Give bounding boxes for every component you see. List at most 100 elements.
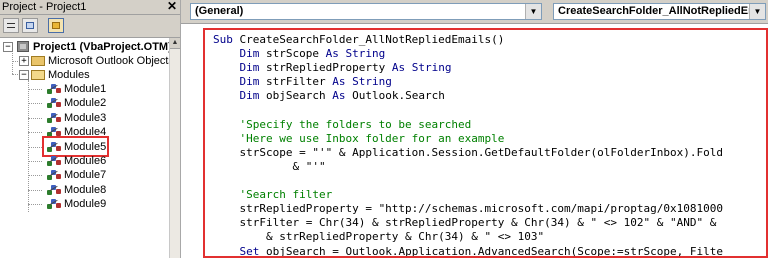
- code-keyword: Dim: [239, 89, 266, 103]
- code-text: strFilter: [266, 75, 333, 89]
- code-keyword: As: [332, 89, 353, 103]
- object-combo[interactable]: (General) ▼: [190, 3, 542, 20]
- module-icon-part: [56, 160, 61, 165]
- code-keyword: Set: [239, 244, 266, 258]
- collapse-toggle-icon[interactable]: −: [3, 42, 13, 52]
- tree-outlook-objects[interactable]: + Microsoft Outlook Objects: [0, 54, 174, 68]
- code-keyword: As String: [332, 75, 392, 89]
- scroll-up-icon[interactable]: ▲: [170, 38, 180, 49]
- code-line: 'Here we use Inbox folder for an example: [213, 132, 504, 145]
- module-icon: [46, 97, 62, 109]
- code-line: Sub CreateSearchFolder_AllNotRepliedEmai…: [213, 33, 504, 46]
- procedure-combo[interactable]: CreateSearchFolder_AllNotRepliedEmails ▼: [553, 3, 766, 20]
- module-icon: [46, 155, 62, 167]
- code-text: & strRepliedProperty & Chr(34) & " <> 10…: [213, 230, 545, 244]
- view-code-button[interactable]: [3, 18, 19, 33]
- view-code-icon: [7, 23, 15, 28]
- module-label: Module1: [64, 83, 107, 95]
- project-label: Project1 (VbaProject.OTM): [33, 41, 172, 53]
- code-text: strFilter = Chr(34) & strRepliedProperty…: [213, 216, 717, 230]
- tree-project[interactable]: − Project1 (VbaProject.OTM): [0, 40, 172, 54]
- code-text: strScope = "'" & Application.Session.Get…: [213, 145, 723, 159]
- code-line: strScope = "'" & Application.Session.Get…: [213, 145, 723, 159]
- procedure-combo-value: CreateSearchFolder_AllNotRepliedEmails: [558, 5, 766, 17]
- expand-toggle-icon[interactable]: +: [19, 56, 29, 66]
- tree-module-item[interactable]: Module8: [0, 183, 170, 197]
- code-keyword: Sub: [213, 33, 240, 46]
- module-label: Module7: [64, 169, 107, 182]
- explorer-title: Project - Project1: [2, 1, 87, 13]
- code-comment: 'Here we use Inbox folder for an example: [213, 131, 505, 145]
- tree-module-item[interactable]: Module1: [0, 82, 170, 96]
- module-label: Module6: [64, 155, 107, 167]
- module-label: Module9: [64, 198, 107, 211]
- code-line: Dim strRepliedProperty As String: [213, 61, 452, 75]
- code-comment: 'Search filter: [213, 188, 333, 202]
- code-text: strScope: [266, 47, 326, 61]
- code-text: strRepliedProperty: [266, 61, 392, 75]
- project-tree: − Project1 (VbaProject.OTM) + Microsoft Out…: [0, 38, 174, 258]
- project-icon: [17, 41, 29, 52]
- folder-icon: [31, 56, 45, 66]
- tree-module-item[interactable]: Module9: [0, 197, 170, 211]
- chevron-down-icon[interactable]: ▼: [749, 4, 765, 19]
- code-line: & strRepliedProperty & Chr(34) & " <> 10…: [213, 230, 544, 243]
- code-line: Dim objSearch As Outlook.Search: [213, 89, 445, 102]
- module-icon: [46, 112, 62, 124]
- explorer-titlebar: Project - Project1 ✕: [0, 0, 180, 15]
- code-keyword: Dim: [239, 61, 266, 75]
- code-line: 'Specify the folders to be searched: [213, 118, 471, 131]
- module-label: Module2: [64, 97, 107, 110]
- view-object-button[interactable]: [22, 18, 38, 33]
- module-icon-part: [56, 102, 61, 108]
- project-explorer: Project - Project1 ✕ − Project1 (VbaProje…: [0, 0, 181, 258]
- code-line: Dim strScope As String: [213, 47, 386, 61]
- collapse-toggle-icon[interactable]: −: [19, 70, 29, 80]
- code-keyword: Dim: [239, 75, 266, 89]
- view-object-icon: [26, 22, 34, 29]
- code-text: CreateSearchFolder_AllNotRepliedEmails(): [239, 33, 505, 46]
- module-icon: [46, 198, 62, 210]
- module-icon-part: [56, 188, 61, 194]
- module-icon-part: [56, 174, 61, 180]
- module-icon: [46, 184, 62, 196]
- code-comment: 'Specify the folders to be searched: [213, 117, 472, 131]
- module-label: Module8: [64, 183, 107, 196]
- tree-modules-folder[interactable]: − Modules: [0, 68, 170, 82]
- tree-module-item[interactable]: Module7: [0, 168, 170, 182]
- close-icon[interactable]: ✕: [166, 0, 178, 13]
- code-keyword: Dim: [239, 47, 266, 61]
- code-keyword: As String: [325, 47, 386, 61]
- code-highlight-box: Sub CreateSearchFolder_AllNotRepliedEmai…: [203, 28, 768, 258]
- tree-module-item[interactable]: Module3: [0, 111, 170, 125]
- module-label: Module3: [64, 111, 107, 124]
- modules-folder-label: Modules: [48, 69, 90, 81]
- code-window: (General) ▼ CreateSearchFolder_AllNotRep…: [181, 0, 768, 259]
- code-text: objSearch = Outlook.Application.Advanced…: [266, 244, 723, 258]
- code-line: strFilter = Chr(34) & strRepliedProperty…: [213, 216, 716, 229]
- toggle-folders-button[interactable]: [48, 18, 64, 33]
- module-icon: [46, 83, 62, 95]
- code-text: objSearch: [266, 89, 333, 103]
- tree-module-item[interactable]: Module6: [0, 154, 170, 168]
- code-line: Set objSearch = Outlook.Application.Adva…: [213, 244, 723, 258]
- code-line: 'Search filter: [213, 188, 332, 201]
- code-text: & "'": [213, 159, 326, 173]
- code-line: Dim strFilter As String: [213, 75, 392, 88]
- code-text: strRepliedProperty = "http://schemas.mic…: [213, 202, 723, 216]
- code-line: strRepliedProperty = "http://schemas.mic…: [213, 202, 723, 216]
- explorer-scrollbar[interactable]: ▲: [169, 38, 180, 258]
- explorer-toolbar: [0, 15, 180, 38]
- module-icon: [46, 169, 62, 181]
- tree-module-item[interactable]: Module2: [0, 96, 170, 110]
- outlook-objects-label: Microsoft Outlook Objects: [48, 55, 174, 67]
- folder-icon: [52, 22, 60, 29]
- object-combo-value: (General): [195, 5, 244, 17]
- open-folder-icon: [31, 70, 45, 80]
- code-text: Outlook.Search: [352, 89, 445, 103]
- code-editor[interactable]: Sub CreateSearchFolder_AllNotRepliedEmai…: [181, 23, 768, 259]
- chevron-down-icon[interactable]: ▼: [525, 4, 541, 19]
